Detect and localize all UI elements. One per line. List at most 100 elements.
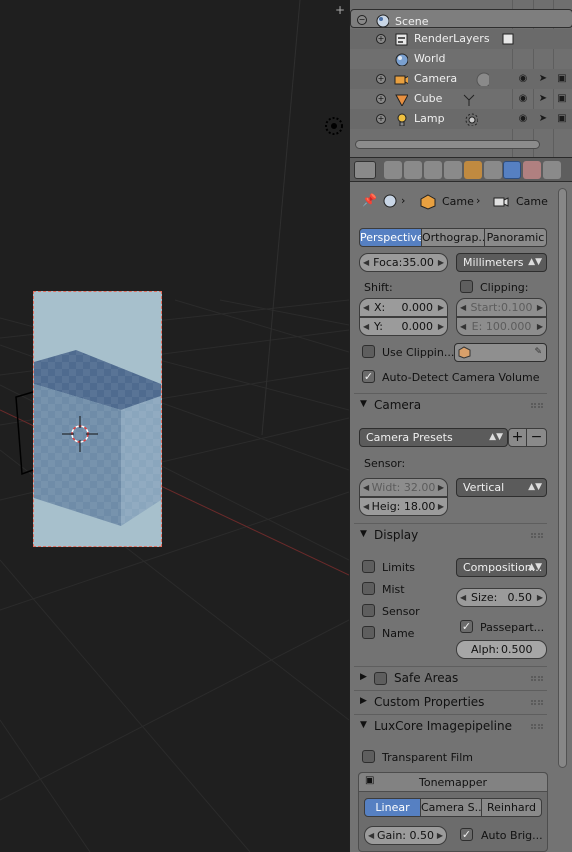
breadcrumb-camera-label: Came bbox=[516, 195, 548, 208]
expand-icon[interactable]: + bbox=[376, 94, 386, 104]
safe-areas-section-header[interactable]: ▶ Safe Areas bbox=[354, 666, 547, 690]
use-clipping-checkbox[interactable] bbox=[362, 345, 375, 358]
outliner[interactable]: − Scene + RenderLayers World + Camera ◉ … bbox=[350, 0, 572, 158]
world-tab-icon[interactable] bbox=[444, 161, 462, 179]
passepartout-alpha-field[interactable]: Alph: 0.500 bbox=[456, 640, 547, 659]
render-tab-icon[interactable] bbox=[384, 161, 402, 179]
collapse-icon[interactable]: − bbox=[357, 15, 367, 25]
shift-x-field[interactable]: ◀ X: 0.000 ▶ bbox=[359, 298, 448, 317]
gain-field[interactable]: ◀ Gain: 0.50 ▶ bbox=[364, 826, 447, 845]
outliner-horizontal-scrollbar[interactable] bbox=[355, 140, 540, 149]
clip-start-field[interactable]: ◀ Start:0.100 ▶ bbox=[456, 298, 547, 317]
expand-icon[interactable]: + bbox=[376, 34, 386, 44]
auto-brightness-checkbox[interactable]: ✓ bbox=[460, 828, 473, 841]
sensor-fit-dropdown[interactable]: Vertical ▲▼ bbox=[456, 478, 547, 497]
lamp-marker-icon bbox=[325, 117, 343, 135]
increment-arrow-icon: ▶ bbox=[536, 303, 543, 312]
outliner-row-cube[interactable]: + Cube ◉ ➤ ▣ bbox=[350, 89, 572, 109]
increment-arrow-icon[interactable]: ▶ bbox=[438, 299, 444, 316]
shift-y-field[interactable]: ◀ Y: 0.000 ▶ bbox=[359, 317, 448, 336]
increment-arrow-icon[interactable]: ▶ bbox=[438, 318, 444, 335]
tonemap-linear-button[interactable]: Linear bbox=[364, 798, 421, 817]
increment-arrow-icon[interactable]: ▶ bbox=[437, 827, 443, 844]
outliner-row-renderlayers[interactable]: + RenderLayers bbox=[350, 29, 572, 49]
drag-grip-icon[interactable] bbox=[531, 700, 543, 705]
panoramic-button[interactable]: Panoramic bbox=[484, 228, 547, 247]
name-checkbox[interactable] bbox=[362, 626, 375, 639]
decrement-arrow-icon[interactable]: ◀ bbox=[363, 318, 369, 335]
auto-detect-checkbox[interactable]: ✓ bbox=[362, 370, 375, 383]
sensor-checkbox[interactable] bbox=[362, 604, 375, 617]
tonemap-camera-button[interactable]: Camera S... bbox=[420, 798, 482, 817]
decrement-arrow-icon[interactable]: ◀ bbox=[363, 299, 369, 316]
select-pointer-icon[interactable]: ➤ bbox=[537, 93, 549, 105]
display-section-header[interactable]: ▼ Display bbox=[354, 523, 547, 547]
camera-section-header[interactable]: ▼ Camera bbox=[354, 393, 547, 417]
dropdown-arrows-icon: ▲▼ bbox=[489, 432, 503, 442]
properties-panel[interactable]: 📌 › Came › Came Perspective Orthograp...… bbox=[350, 183, 572, 852]
outliner-row-scene[interactable]: − Scene bbox=[350, 9, 572, 28]
auto-detect-label: Auto-Detect Camera Volume bbox=[382, 371, 540, 384]
perspective-button[interactable]: Perspective bbox=[359, 228, 422, 247]
editor-type-menu-icon[interactable] bbox=[354, 161, 376, 179]
tonemap-reinhard-button[interactable]: Reinhard bbox=[481, 798, 542, 817]
expand-icon[interactable]: + bbox=[376, 74, 386, 84]
properties-vertical-scrollbar[interactable] bbox=[558, 188, 567, 768]
render-layers-tab-icon[interactable] bbox=[404, 161, 422, 179]
eyedropper-icon[interactable]: ✎ bbox=[534, 344, 542, 361]
viewport-expand-icon[interactable]: + bbox=[334, 4, 346, 16]
render-camera-icon[interactable]: ▣ bbox=[556, 73, 568, 85]
render-camera-icon[interactable]: ▣ bbox=[556, 93, 568, 105]
visibility-eye-icon[interactable]: ◉ bbox=[517, 93, 529, 105]
visibility-eye-icon[interactable]: ◉ bbox=[517, 73, 529, 85]
increment-arrow-icon[interactable]: ▶ bbox=[438, 254, 444, 271]
mesh-data-icon bbox=[463, 94, 475, 106]
select-pointer-icon[interactable]: ➤ bbox=[537, 113, 549, 125]
outliner-row-lamp[interactable]: + Lamp ◉ ➤ ▣ bbox=[350, 109, 572, 129]
transparent-film-checkbox[interactable] bbox=[362, 750, 375, 763]
passepartout-checkbox[interactable]: ✓ bbox=[460, 620, 473, 633]
object-tab-icon[interactable] bbox=[464, 161, 482, 179]
camera-presets-dropdown[interactable]: Camera Presets ▲▼ bbox=[359, 428, 508, 447]
outliner-row-camera[interactable]: + Camera ◉ ➤ ▣ bbox=[350, 69, 572, 89]
select-pointer-icon[interactable]: ➤ bbox=[537, 73, 549, 85]
breadcrumb-separator-icon: › bbox=[476, 194, 481, 207]
sensor-height-field[interactable]: ◀ Heig: 18.00 ▶ bbox=[359, 497, 448, 516]
render-camera-icon[interactable]: ▣ bbox=[556, 113, 568, 125]
scene-checks-tab-icon[interactable] bbox=[543, 161, 561, 179]
add-preset-button[interactable]: + bbox=[508, 428, 527, 447]
increment-arrow-icon[interactable]: ▶ bbox=[537, 589, 543, 606]
composition-guides-dropdown[interactable]: Composition... ▲▼ bbox=[456, 558, 547, 577]
texture-tab-icon[interactable] bbox=[523, 161, 541, 179]
clipping-object-picker[interactable]: ✎ bbox=[454, 343, 547, 362]
clipping-checkbox[interactable] bbox=[460, 280, 473, 293]
remove-preset-button[interactable]: − bbox=[526, 428, 547, 447]
pin-icon[interactable]: 📌 bbox=[362, 193, 377, 207]
drag-grip-icon[interactable] bbox=[531, 676, 543, 681]
camera-data-tab-icon[interactable] bbox=[503, 161, 521, 179]
luxcore-imagepipeline-section-header[interactable]: ▼ LuxCore Imagepipeline bbox=[354, 714, 547, 738]
3d-viewport[interactable]: + bbox=[0, 0, 349, 852]
orthographic-button[interactable]: Orthograp... bbox=[421, 228, 485, 247]
lamp-data-icon bbox=[465, 113, 478, 126]
clip-end-field[interactable]: ◀ E: 100.000 ▶ bbox=[456, 317, 547, 336]
focal-length-field[interactable]: ◀ Foca:35.00 ▶ bbox=[359, 253, 448, 272]
drag-grip-icon[interactable] bbox=[531, 533, 543, 538]
constraints-tab-icon[interactable] bbox=[484, 161, 502, 179]
sensor-width-field[interactable]: ◀ Widt: 32.00 ▶ bbox=[359, 478, 448, 497]
safe-areas-checkbox[interactable] bbox=[374, 672, 387, 685]
limits-checkbox[interactable] bbox=[362, 560, 375, 573]
drag-grip-icon[interactable] bbox=[531, 403, 543, 408]
scene-tab-icon[interactable] bbox=[424, 161, 442, 179]
drag-grip-icon[interactable] bbox=[531, 724, 543, 729]
expand-icon[interactable]: + bbox=[376, 114, 386, 124]
custom-properties-section-header[interactable]: ▶ Custom Properties bbox=[354, 690, 547, 714]
mist-checkbox[interactable] bbox=[362, 582, 375, 595]
display-size-field[interactable]: ◀ Size: 0.50 ▶ bbox=[456, 588, 547, 607]
outliner-row-world[interactable]: World bbox=[350, 49, 572, 69]
decrement-arrow-icon[interactable]: ◀ bbox=[460, 589, 466, 606]
increment-arrow-icon[interactable]: ▶ bbox=[438, 498, 444, 515]
visibility-eye-icon[interactable]: ◉ bbox=[517, 113, 529, 125]
lens-unit-dropdown[interactable]: Millimeters ▲▼ bbox=[456, 253, 547, 272]
scene-icon bbox=[376, 14, 389, 27]
